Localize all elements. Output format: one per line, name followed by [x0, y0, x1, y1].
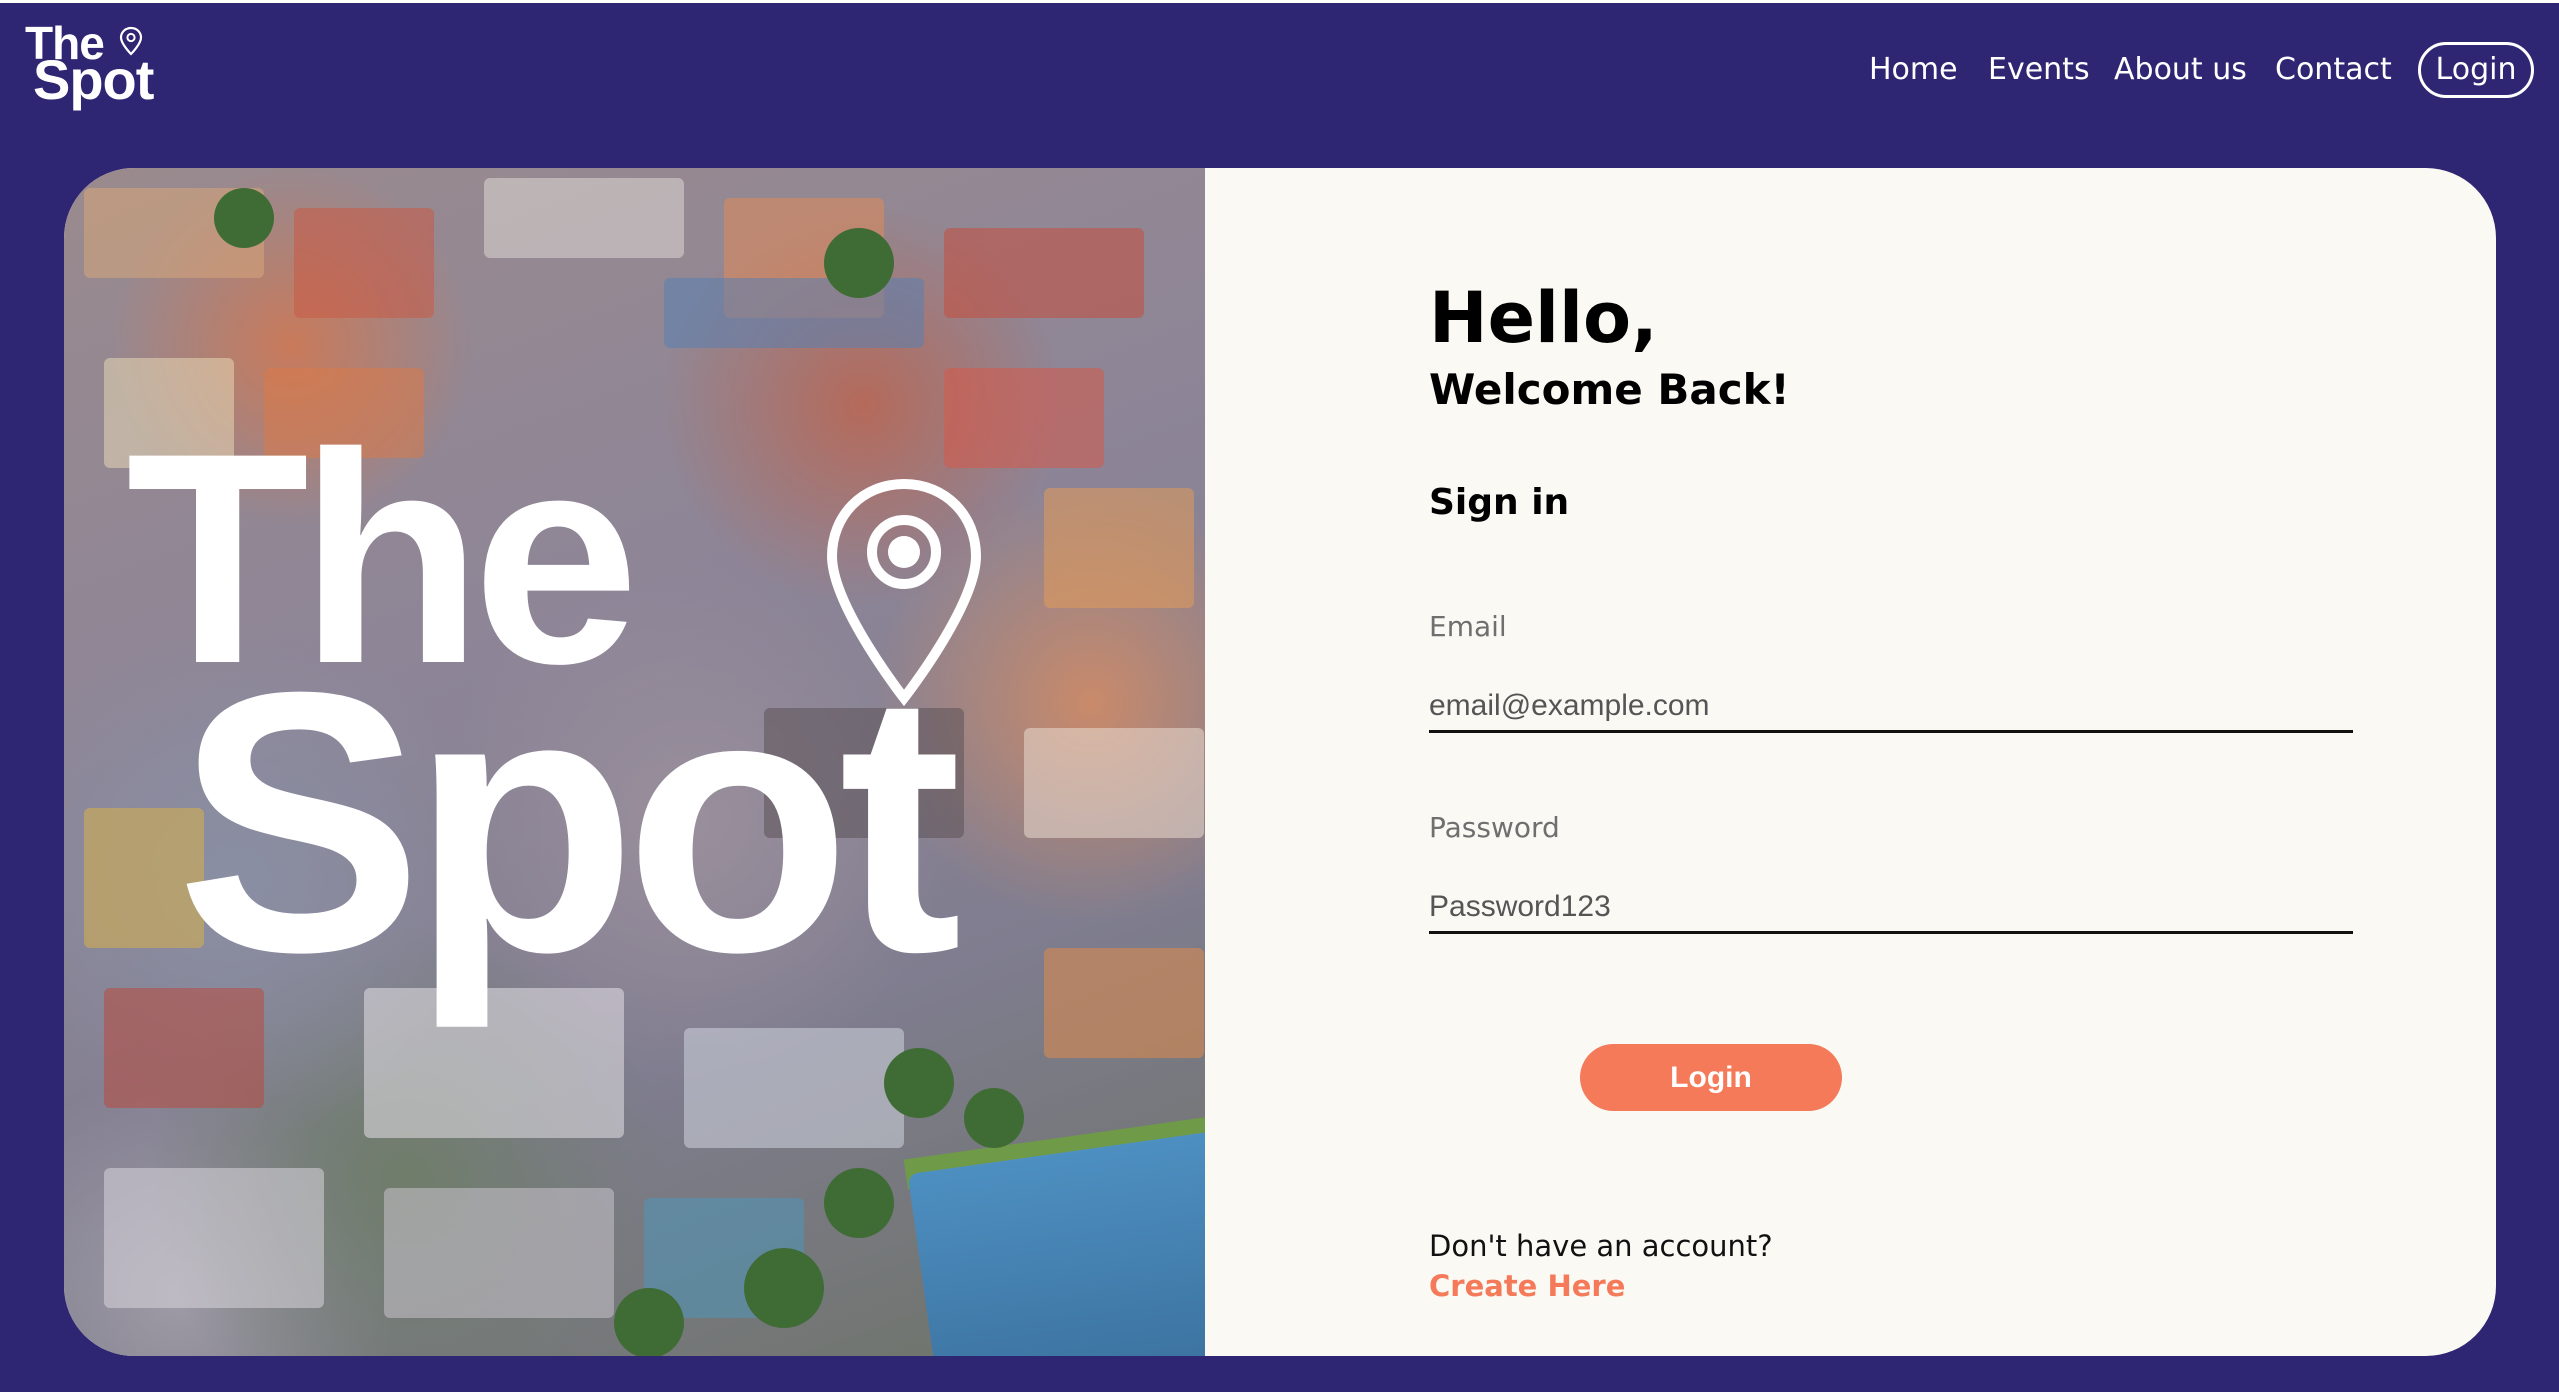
- top-border: [0, 0, 2559, 3]
- nav-contact-link[interactable]: Contact: [2275, 50, 2392, 90]
- hero-image: The Spot: [64, 168, 1205, 1356]
- header-login-button[interactable]: Login: [2418, 42, 2534, 98]
- logo-line-2: Spot: [33, 48, 154, 111]
- nav-events-link[interactable]: Events: [1988, 50, 2090, 90]
- create-account-link[interactable]: Create Here: [1429, 1268, 1625, 1304]
- password-label: Password: [1429, 811, 1560, 844]
- sign-in-heading: Sign in: [1429, 482, 1570, 523]
- nav-home-link[interactable]: Home: [1869, 50, 1958, 90]
- login-submit-button[interactable]: Login: [1580, 1044, 1842, 1111]
- hero-title-line-2: Spot: [176, 616, 962, 1029]
- no-account-text: Don't have an account?: [1429, 1229, 1773, 1263]
- greeting-title: Hello,: [1429, 277, 1658, 359]
- password-field[interactable]: [1429, 882, 2353, 934]
- login-card: The Spot Hello, Welcome Back! Sign in Em…: [64, 168, 2496, 1356]
- nav-about-link[interactable]: About us: [2114, 50, 2247, 90]
- login-form: Hello, Welcome Back! Sign in Email Passw…: [1205, 168, 2496, 1356]
- site-logo[interactable]: The Spot: [25, 20, 175, 115]
- email-field[interactable]: [1429, 681, 2353, 733]
- greeting-subtitle: Welcome Back!: [1429, 365, 1790, 414]
- email-label: Email: [1429, 610, 1507, 643]
